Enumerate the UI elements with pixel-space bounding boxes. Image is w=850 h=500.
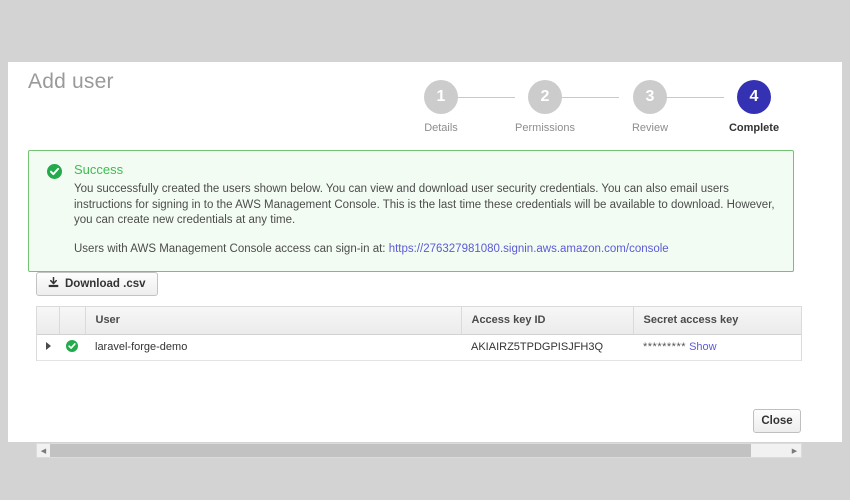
page-title: Add user (28, 70, 114, 93)
alert-paragraph-2: Users with AWS Management Console access… (74, 242, 779, 258)
signin-url-link[interactable]: https://276327981080.signin.aws.amazon.c… (389, 243, 669, 255)
table-header-row: User Access key ID Secret access key (37, 307, 801, 335)
wizard-step-complete[interactable]: 4 Complete (717, 71, 791, 134)
check-circle-icon (47, 164, 62, 179)
credentials-table: User Access key ID Secret access key lar… (36, 306, 802, 361)
check-circle-icon (66, 339, 78, 355)
caret-right-icon[interactable]: ▶ (788, 447, 801, 455)
step-number-3: 3 (633, 80, 667, 114)
download-csv-label: Download .csv (65, 278, 146, 290)
row-status (59, 334, 85, 361)
horizontal-scrollbar[interactable]: ◀ ▶ (36, 443, 802, 458)
scrollbar-thumb[interactable] (50, 444, 752, 457)
step-label-permissions: Permissions (515, 122, 575, 134)
cell-access-key-id: AKIAIRZ5TPDGPISJFH3Q (461, 334, 633, 361)
cell-user: laravel-forge-demo (85, 334, 461, 361)
expand-triangle-icon[interactable] (45, 342, 51, 350)
signin-text: Users with AWS Management Console access… (74, 242, 389, 255)
wizard-step-permissions[interactable]: 2 Permissions (508, 71, 582, 134)
cell-secret-access-key: ********* Show (633, 334, 801, 361)
step-number-4: 4 (737, 80, 771, 114)
step-number-1: 1 (424, 80, 458, 114)
close-button[interactable]: Close (753, 409, 801, 433)
scrollbar-track[interactable] (50, 444, 788, 457)
step-label-review: Review (631, 122, 669, 134)
caret-left-icon[interactable]: ◀ (37, 447, 50, 455)
card-header: Add user 1 Details 2 Permissions 3 Revie… (8, 62, 842, 140)
alert-title: Success (74, 162, 124, 177)
step-label-details: Details (424, 122, 458, 134)
download-icon (48, 276, 59, 291)
column-header-toggle (37, 307, 60, 335)
success-alert: Success You successfully created the use… (28, 150, 794, 272)
column-header-status (59, 307, 86, 335)
show-secret-link[interactable]: Show (689, 341, 717, 353)
secret-masked-value: ********* (643, 341, 687, 353)
row-expand-toggle[interactable] (37, 334, 59, 361)
step-label-complete: Complete (728, 122, 780, 134)
add-user-card: Add user 1 Details 2 Permissions 3 Revie… (8, 62, 842, 458)
column-header-access-key-id[interactable]: Access key ID (461, 307, 634, 335)
wizard-step-details[interactable]: 1 Details (404, 71, 478, 134)
column-header-user[interactable]: User (85, 307, 462, 335)
download-csv-button[interactable]: Download .csv (36, 272, 158, 296)
column-header-secret-access-key[interactable]: Secret access key (633, 307, 801, 335)
wizard-step-review[interactable]: 3 Review (613, 71, 687, 134)
alert-paragraph-1: You successfully created the users shown… (74, 183, 775, 226)
table-row[interactable]: laravel-forge-demo AKIAIRZ5TPDGPISJFH3Q … (37, 334, 801, 361)
wizard-step-indicator: 1 Details 2 Permissions 3 Review 4 Compl… (404, 71, 779, 143)
step-number-2: 2 (528, 80, 562, 114)
